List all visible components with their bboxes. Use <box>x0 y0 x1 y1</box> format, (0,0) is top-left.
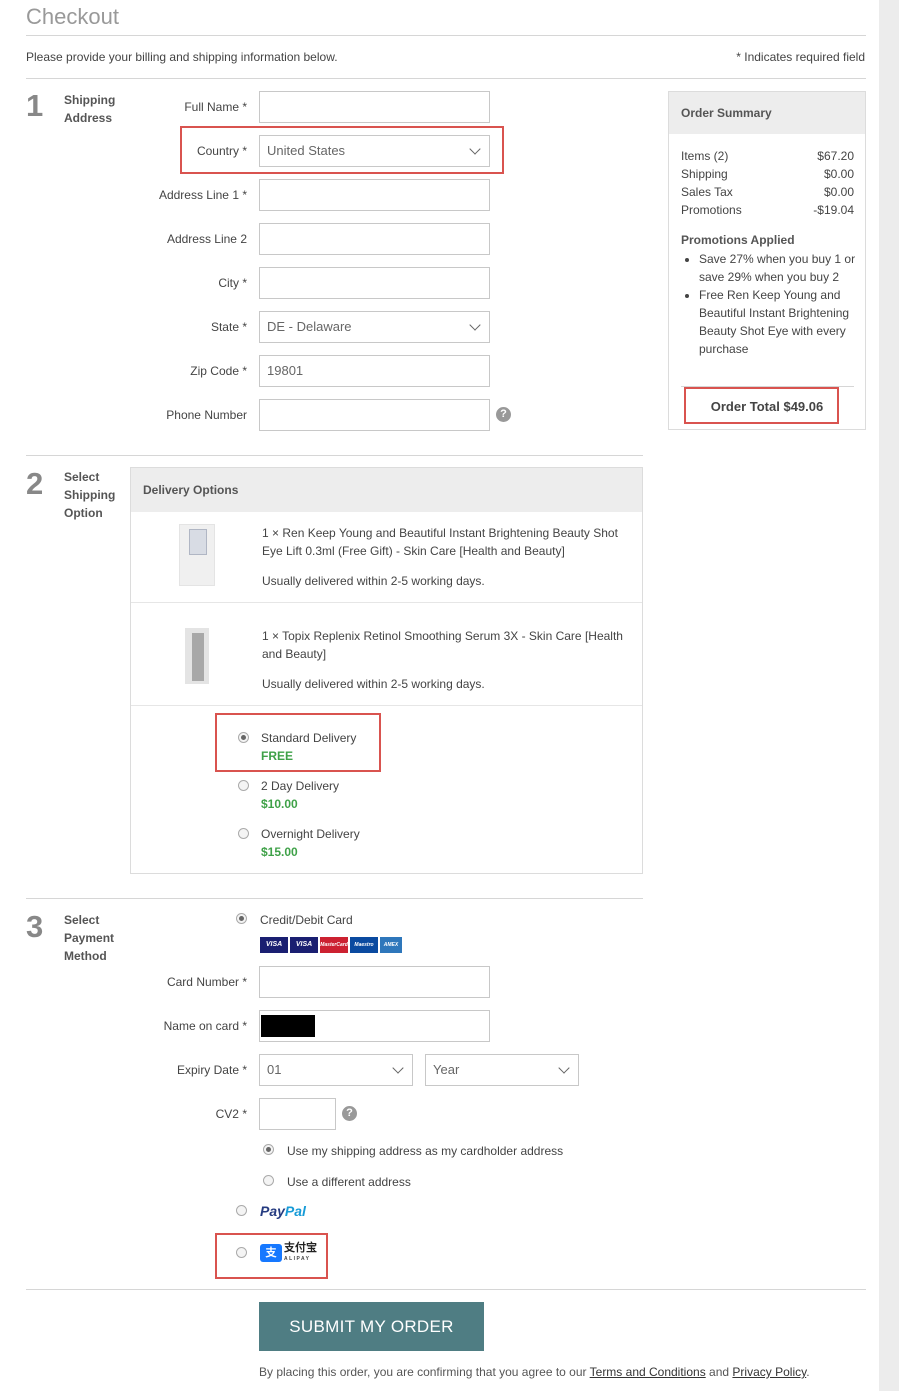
zip-code-label: Zip Code * <box>190 364 247 378</box>
chevron-down-icon <box>469 319 481 331</box>
chevron-down-icon <box>558 1062 570 1074</box>
delivery-options-panel: Delivery Options 1 × Ren Keep Young and … <box>130 467 643 874</box>
full-name-label: Full Name * <box>184 100 247 114</box>
delivery-item-description: 1 × Ren Keep Young and Beautiful Instant… <box>262 526 618 558</box>
address-line-2-input[interactable] <box>259 223 490 255</box>
use-shipping-address-radio[interactable] <box>263 1144 274 1155</box>
privacy-link[interactable]: Privacy Policy <box>732 1365 806 1379</box>
expiry-month-select[interactable]: 01 <box>259 1054 413 1086</box>
agreement-text: By placing this order, you are confirmin… <box>259 1365 810 1379</box>
order-summary-title: Order Summary <box>669 92 865 134</box>
two-day-delivery-price: $10.00 <box>261 797 298 811</box>
step-label-payment-method: Select Payment Method <box>64 913 115 963</box>
promotion-item: Save 27% when you buy 1 or save 29% when… <box>699 250 857 286</box>
address-line-1-input[interactable] <box>259 179 490 211</box>
delivery-options-title: Delivery Options <box>131 468 642 512</box>
divider <box>26 78 866 79</box>
credit-card-radio[interactable] <box>236 913 247 924</box>
page-title: Checkout <box>26 4 119 29</box>
card-number-label: Card Number * <box>166 975 247 989</box>
expiry-date-label: Expiry Date * <box>176 1063 247 1077</box>
chevron-down-icon <box>392 1062 404 1074</box>
cv2-input[interactable] <box>259 1098 336 1130</box>
summary-row-items: Items (2) $67.20 <box>681 149 854 163</box>
use-different-address-radio[interactable] <box>263 1175 274 1186</box>
overnight-delivery-price: $15.00 <box>261 845 298 859</box>
required-note: * Indicates required field <box>736 50 865 64</box>
address-line-2-label: Address Line 2 <box>166 232 247 246</box>
credit-card-label: Credit/Debit Card <box>260 913 353 927</box>
two-day-delivery-label: 2 Day Delivery <box>261 779 340 793</box>
card-logos: VISA VISA MasterCard Maestro AMEX <box>260 935 404 953</box>
delivery-item-description: 1 × Topix Replenix Retinol Smoothing Ser… <box>262 629 623 661</box>
divider <box>26 455 643 456</box>
city-label: City * <box>218 276 247 290</box>
product-image <box>179 524 215 586</box>
step-number-1: 1 <box>26 88 44 123</box>
state-label: State * <box>210 320 247 334</box>
step-label-shipping-address: Shipping Address <box>64 93 116 125</box>
name-on-card-label: Name on card * <box>163 1019 247 1033</box>
overnight-delivery-label: Overnight Delivery <box>261 827 360 841</box>
highlight-order-total <box>684 387 839 424</box>
help-icon[interactable]: ? <box>342 1106 357 1121</box>
cv2-label: CV2 * <box>215 1107 247 1121</box>
redacted-block <box>261 1015 315 1037</box>
state-select[interactable]: DE - Delaware <box>259 311 490 343</box>
expiry-year-select[interactable]: Year <box>425 1054 579 1086</box>
divider <box>26 898 643 899</box>
use-shipping-address-label: Use my shipping address as my cardholder… <box>287 1144 564 1158</box>
phone-number-input[interactable] <box>259 399 490 431</box>
mastercard-icon: MasterCard <box>320 937 348 953</box>
promotions-list: Save 27% when you buy 1 or save 29% when… <box>681 250 857 358</box>
card-number-input[interactable] <box>259 966 490 998</box>
phone-number-label: Phone Number <box>166 408 247 422</box>
step-number-3: 3 <box>26 909 44 944</box>
highlight-alipay <box>215 1233 328 1279</box>
full-name-input[interactable] <box>259 91 490 123</box>
amex-icon: AMEX <box>380 937 402 953</box>
city-input[interactable] <box>259 267 490 299</box>
divider <box>131 705 642 706</box>
summary-row-promotions: Promotions -$19.04 <box>681 203 854 217</box>
summary-row-sales-tax: Sales Tax $0.00 <box>681 185 854 199</box>
step-number-2: 2 <box>26 466 44 501</box>
divider <box>26 1289 866 1290</box>
paypal-logo[interactable]: PayPal <box>260 1203 306 1219</box>
maestro-icon: Maestro <box>350 937 378 953</box>
paypal-radio[interactable] <box>236 1205 247 1216</box>
visa-icon: VISA <box>260 937 288 953</box>
divider <box>131 602 642 603</box>
summary-row-shipping: Shipping $0.00 <box>681 167 854 181</box>
submit-order-button[interactable]: SUBMIT MY ORDER <box>259 1302 484 1351</box>
highlight-standard-delivery <box>215 713 381 772</box>
promotions-applied-title: Promotions Applied <box>681 233 795 247</box>
promotion-item: Free Ren Keep Young and Beautiful Instan… <box>699 286 857 358</box>
highlight-country <box>180 126 504 174</box>
terms-link[interactable]: Terms and Conditions <box>590 1365 706 1379</box>
product-image <box>185 628 209 684</box>
delivery-item-eta: Usually delivered within 2-5 working day… <box>262 677 485 691</box>
address-line-1-label: Address Line 1 * <box>158 188 247 202</box>
name-on-card-input[interactable] <box>259 1010 490 1042</box>
order-summary-panel: Order Summary Items (2) $67.20 Shipping $0… <box>668 91 866 430</box>
two-day-delivery-radio[interactable] <box>238 780 249 791</box>
help-icon[interactable]: ? <box>496 407 511 422</box>
intro-text: Please provide your billing and shipping… <box>26 50 338 64</box>
step-label-shipping-option: Select Shipping Option <box>64 470 116 520</box>
zip-code-input[interactable]: 19801 <box>259 355 490 387</box>
use-different-address-label: Use a different address <box>287 1175 411 1189</box>
divider <box>26 35 866 36</box>
page-gutter <box>879 0 899 1391</box>
visa-electron-icon: VISA <box>290 937 318 953</box>
overnight-delivery-radio[interactable] <box>238 828 249 839</box>
delivery-item-eta: Usually delivered within 2-5 working day… <box>262 574 485 588</box>
